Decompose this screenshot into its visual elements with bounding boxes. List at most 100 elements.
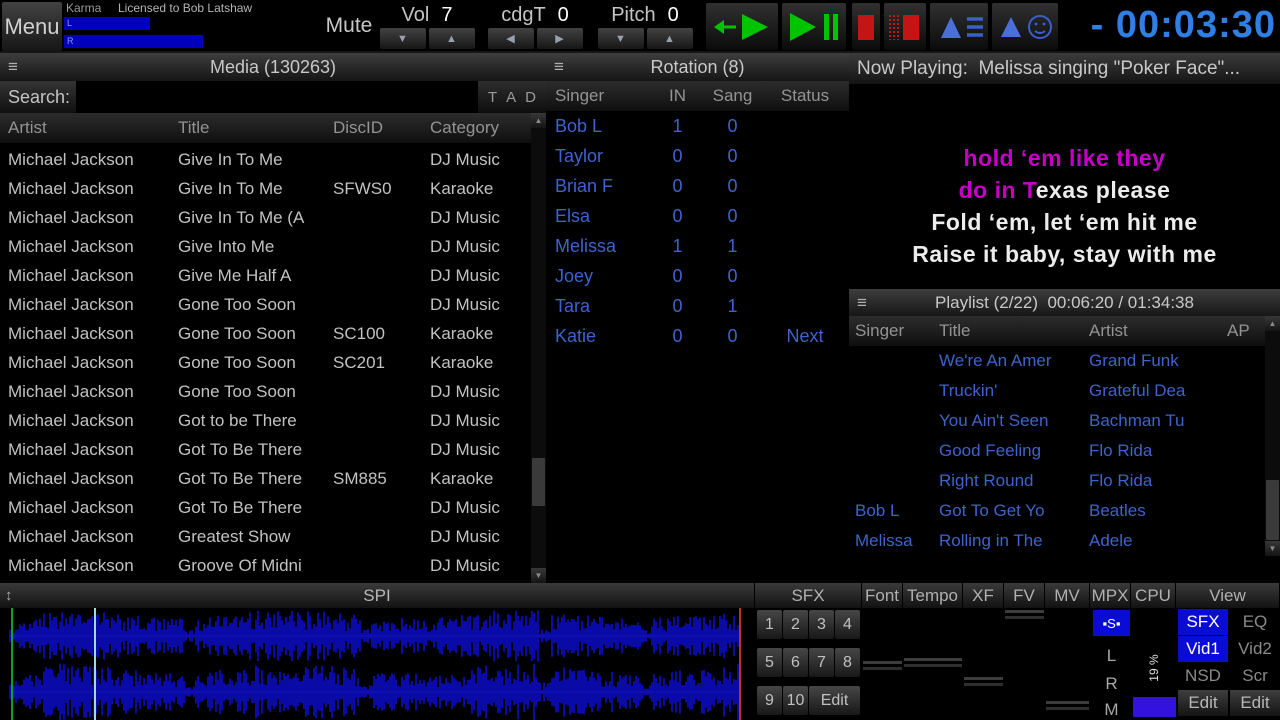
tempo-fader[interactable] — [903, 608, 963, 720]
sfx-pad-button[interactable]: Edit — [809, 686, 860, 715]
font-fader-handle[interactable] — [863, 661, 902, 670]
crossfade-fader-handle[interactable] — [964, 677, 1003, 686]
stop-fade-button[interactable] — [884, 3, 926, 50]
menu-button[interactable]: Menu — [2, 2, 62, 51]
mpx-stereo-button[interactable]: ▪S▪ — [1093, 610, 1130, 636]
view-toggle-button[interactable]: Edit — [1230, 690, 1280, 716]
sfx-pad-button[interactable]: 3 — [809, 610, 834, 639]
media-table-row[interactable]: Michael Jackson Got To Be There DJ Music — [0, 435, 531, 464]
column-header-in[interactable]: IN — [655, 86, 700, 106]
view-toggle-button[interactable]: SFX — [1178, 609, 1228, 635]
volume-up-button[interactable]: ▲ — [429, 28, 475, 49]
media-table-row[interactable]: Michael Jackson Got To Be There DJ Music — [0, 493, 531, 522]
column-header-singer[interactable]: Singer — [855, 321, 939, 341]
playlist-row[interactable]: Truckin' Grateful Dea — [849, 376, 1265, 406]
media-table-row[interactable]: Michael Jackson Give Me Half A DJ Music — [0, 261, 531, 290]
playlist-row[interactable]: Good Feeling Flo Rida — [849, 436, 1265, 466]
filter-artist-button[interactable]: A — [506, 89, 516, 106]
pitch-down-button[interactable]: ▼ — [598, 28, 644, 49]
scroll-down-button[interactable]: ▼ — [531, 568, 546, 583]
rotation-row[interactable]: Taylor 0 0 — [546, 141, 849, 171]
media-menu-icon[interactable]: ≡ — [8, 57, 18, 77]
volume-down-button[interactable]: ▼ — [380, 28, 426, 49]
column-header-discid[interactable]: DiscID — [333, 118, 430, 138]
column-header-artist[interactable]: Artist — [1089, 321, 1227, 341]
playlist-scrollbar[interactable]: ▲ ▼ — [1265, 316, 1280, 556]
media-table-row[interactable]: Michael Jackson Greatest Show DJ Music — [0, 522, 531, 551]
view-toggle-button[interactable]: Vid1 — [1178, 636, 1228, 662]
view-toggle-button[interactable]: Edit — [1178, 690, 1228, 716]
waveform-display[interactable] — [0, 608, 754, 720]
column-header-ap[interactable]: AP — [1227, 321, 1264, 341]
sfx-pad-button[interactable]: 10 — [783, 686, 808, 715]
column-header-sang[interactable]: Sang — [700, 86, 765, 106]
media-scrollbar[interactable]: ▲ ▼ — [531, 113, 546, 583]
font-header-button[interactable]: Font — [862, 583, 903, 608]
rotation-row[interactable]: Katie 0 0 Next — [546, 321, 849, 351]
next-singer-button[interactable] — [992, 3, 1058, 50]
column-header-artist[interactable]: Artist — [8, 118, 178, 138]
media-table-row[interactable]: Michael Jackson Groove Of Midni DJ Music — [0, 551, 531, 580]
media-table-row[interactable]: Michael Jackson Give In To Me (A DJ Musi… — [0, 203, 531, 232]
tempo-header-button[interactable]: Tempo — [903, 583, 963, 608]
crossfade-fader[interactable] — [963, 608, 1004, 720]
playlist-row[interactable]: Melissa Rolling in The Adele — [849, 526, 1265, 556]
playlist-row[interactable]: Right Round Flo Rida — [849, 466, 1265, 496]
sfx-pad-button[interactable]: 6 — [783, 648, 808, 677]
mv-header-button[interactable]: MV — [1045, 583, 1090, 608]
playlist-row[interactable]: Bob L Got To Get Yo Beatles — [849, 496, 1265, 526]
restart-play-button[interactable] — [706, 3, 778, 50]
view-toggle-button[interactable]: NSD — [1178, 663, 1228, 689]
scrollbar-thumb[interactable] — [532, 458, 545, 506]
sfx-pad-button[interactable]: 8 — [835, 648, 860, 677]
filter-discid-button[interactable]: D — [525, 89, 536, 106]
mute-button[interactable]: Mute — [320, 10, 378, 42]
media-table-row[interactable]: Michael Jackson Give In To Me DJ Music — [0, 145, 531, 174]
mv-fader-handle[interactable] — [1046, 701, 1089, 710]
column-header-status[interactable]: Status — [765, 86, 845, 106]
xf-header-button[interactable]: XF — [963, 583, 1004, 608]
sfx-pad-button[interactable]: 7 — [809, 648, 834, 677]
cdgt-left-button[interactable]: ◀ — [488, 28, 534, 49]
font-fader[interactable] — [862, 608, 903, 720]
media-table-row[interactable]: Michael Jackson Give In To Me SFWS0 Kara… — [0, 174, 531, 203]
column-header-title[interactable]: Title — [178, 118, 333, 138]
tempo-fader-handle[interactable] — [904, 658, 962, 667]
scroll-up-button[interactable]: ▲ — [531, 113, 546, 128]
pitch-up-button[interactable]: ▲ — [647, 28, 693, 49]
rotation-menu-icon[interactable]: ≡ — [554, 57, 564, 77]
fv-fader-handle[interactable] — [1005, 610, 1044, 619]
column-header-title[interactable]: Title — [939, 321, 1089, 341]
fv-header-button[interactable]: FV — [1004, 583, 1045, 608]
sfx-pad-button[interactable]: 4 — [835, 610, 860, 639]
next-singer-list-button[interactable] — [930, 3, 988, 50]
scrollbar-thumb[interactable] — [1266, 480, 1279, 540]
rotation-row[interactable]: Brian F 0 0 — [546, 171, 849, 201]
sfx-pad-button[interactable]: 5 — [757, 648, 782, 677]
rotation-row[interactable]: Tara 0 1 — [546, 291, 849, 321]
media-table-row[interactable]: Michael Jackson Gone Too Soon DJ Music — [0, 377, 531, 406]
mpx-header-button[interactable]: MPX — [1090, 583, 1131, 608]
rotation-row[interactable]: Joey 0 0 — [546, 261, 849, 291]
view-toggle-button[interactable]: Scr — [1230, 663, 1280, 689]
media-table-row[interactable]: Michael Jackson Give Into Me DJ Music — [0, 232, 531, 261]
sfx-pad-button[interactable]: 9 — [757, 686, 782, 715]
scroll-down-button[interactable]: ▼ — [1265, 541, 1280, 556]
mv-fader[interactable] — [1045, 608, 1090, 720]
media-table-row[interactable]: Michael Jackson Gone Too Soon DJ Music — [0, 290, 531, 319]
playlist-row[interactable]: You Ain't Seen Bachman Tu — [849, 406, 1265, 436]
play-pause-button[interactable] — [782, 3, 846, 50]
view-toggle-button[interactable]: Vid2 — [1230, 636, 1280, 662]
column-header-category[interactable]: Category — [430, 118, 531, 138]
media-table-row[interactable]: Michael Jackson Gone Too Soon SC100 Kara… — [0, 319, 531, 348]
search-input[interactable] — [76, 81, 478, 113]
rotation-row[interactable]: Elsa 0 0 — [546, 201, 849, 231]
resize-updown-icon[interactable]: ↕ — [5, 587, 13, 604]
filter-title-button[interactable]: T — [488, 89, 497, 106]
media-table-row[interactable]: Michael Jackson Gone Too Soon SC201 Kara… — [0, 348, 531, 377]
playlist-menu-icon[interactable]: ≡ — [857, 293, 867, 313]
scroll-up-button[interactable]: ▲ — [1265, 316, 1280, 331]
stop-button[interactable] — [852, 3, 880, 50]
view-toggle-button[interactable]: EQ — [1230, 609, 1280, 635]
media-table-row[interactable]: Michael Jackson Got To Be There SM885 Ka… — [0, 464, 531, 493]
